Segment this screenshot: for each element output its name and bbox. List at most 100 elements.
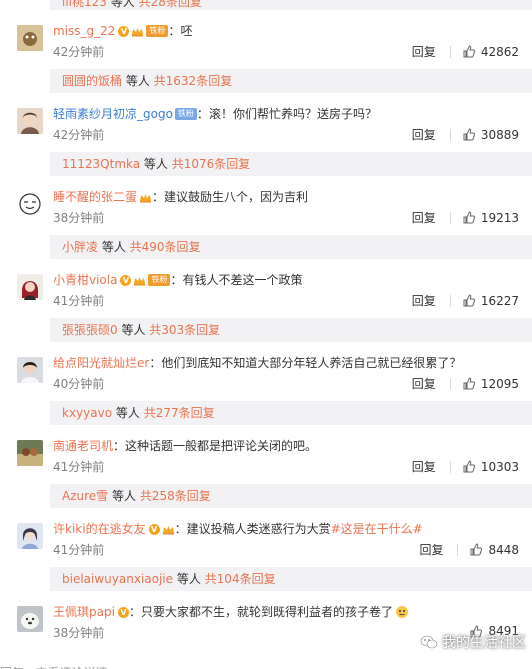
like-count: 42862: [480, 44, 519, 59]
reply-button[interactable]: 回复: [412, 209, 436, 226]
like-count: 30889: [480, 127, 519, 142]
reply-count-link[interactable]: 共1076条回复: [172, 157, 251, 171]
user-name[interactable]: 给点阳光就灿烂er: [53, 354, 149, 372]
fan-badge: 铁粉: [174, 108, 197, 120]
crown-icon: [132, 27, 144, 36]
watermark-text: 我的生活社区: [442, 635, 526, 651]
user-name[interactable]: miss_g_22: [53, 22, 115, 40]
comment-text: 滚！你们帮忙养吗？送房子吗？: [208, 107, 377, 121]
comment-text: 有钱人不差这一个政策: [182, 273, 303, 287]
divider: [449, 211, 451, 224]
user-name[interactable]: 睡不醒的张二蛋: [53, 188, 137, 206]
replies-summary[interactable]: 11123Qtmka 等人 共1076条回复: [50, 152, 532, 176]
reply-user-name[interactable]: Azure雪: [62, 489, 108, 503]
reply-count-link[interactable]: 共490条回复: [130, 240, 201, 254]
reply-count-link[interactable]: 共258条回复: [140, 489, 211, 503]
comment-time: 40分钟前: [53, 377, 105, 391]
replies-summary[interactable]: 張張張硕0 等人 共303条回复: [50, 318, 532, 342]
reply-user-name[interactable]: 11123Qtmka: [62, 157, 140, 171]
like-icon[interactable]: [463, 294, 475, 307]
avatar[interactable]: [17, 606, 43, 632]
reply-button[interactable]: 回复: [412, 375, 436, 392]
like-icon[interactable]: [463, 45, 475, 58]
comment-time: 42分钟前: [53, 128, 105, 142]
replies-summary[interactable]: Azure雪 等人 共258条回复: [50, 484, 532, 508]
replies-summary[interactable]: 圆圆的饭桶 等人 共1632条回复: [50, 69, 532, 93]
fan-badge: 铁粉: [146, 25, 169, 37]
reply-button[interactable]: 回复: [412, 292, 436, 309]
avatar[interactable]: [17, 440, 43, 466]
verified-icon: V: [120, 274, 132, 286]
user-name[interactable]: 小青柑viola: [53, 271, 117, 289]
hashtag-link[interactable]: #这是在干什么#: [331, 520, 423, 538]
reply-button[interactable]: 回复: [412, 43, 436, 60]
reply-count-link[interactable]: 共277条回复: [144, 406, 215, 420]
comment-item: 轻雨素纱月初凉_gogo 铁粉 ： 滚！你们帮忙养吗？送房子吗？ 42分钟前 回…: [0, 93, 532, 152]
comment-time: 41分钟前: [53, 294, 105, 308]
wechat-icon: [420, 635, 438, 649]
avatar[interactable]: [17, 25, 43, 51]
user-name[interactable]: 轻雨素纱月初凉_gogo: [53, 105, 173, 123]
reply-user-name[interactable]: bielaiwuyanxiaojie: [62, 572, 173, 586]
reply-user-name[interactable]: 張張張硕0: [62, 323, 118, 337]
comment-item: 睡不醒的张二蛋 ： 建议鼓励生八个，因为吉利 38分钟前 回复 19213: [0, 176, 532, 235]
emoji-icon: [395, 606, 408, 618]
reply-count-link[interactable]: 共28条回复: [139, 0, 202, 9]
crown-icon: [162, 525, 174, 534]
like-icon[interactable]: [463, 460, 475, 473]
comment-feed: iii桃123 等人 共28条回复 miss_g_22 V 铁粉 ： 呸 42分…: [0, 0, 532, 650]
divider: [457, 543, 459, 556]
like-icon[interactable]: [463, 128, 475, 141]
comment-time: 38分钟前: [53, 211, 105, 225]
comment-text: 只要大家都不生，就轮到既得利益者的孩子卷了: [140, 605, 393, 619]
comment-time: 41分钟前: [53, 460, 105, 474]
avatar[interactable]: [17, 108, 43, 134]
like-count: 8448: [488, 542, 519, 557]
user-name[interactable]: 南通老司机: [53, 437, 113, 455]
like-icon[interactable]: [463, 211, 475, 224]
comment-time: 38分钟前: [53, 626, 105, 640]
crown-icon: [134, 276, 146, 285]
comment-text: 建议投稿人类迷惑行为大赏: [186, 522, 331, 536]
reply-count-link[interactable]: 共303条回复: [149, 323, 220, 337]
like-count: 19213: [480, 210, 519, 225]
comment-item: 给点阳光就灿烂er ： 他们到底知不知道大部分年轻人养活自己就已经很累了？ 40…: [0, 342, 532, 401]
replies-summary[interactable]: bielaiwuyanxiaojie 等人 共104条回复: [50, 567, 532, 591]
like-icon[interactable]: [470, 543, 483, 556]
user-name[interactable]: 王佩琪papi: [53, 603, 115, 621]
replies-summary-partial[interactable]: iii桃123 等人 共28条回复: [50, 0, 532, 10]
reply-user-name[interactable]: kxyyavo: [62, 406, 112, 420]
crown-icon: [140, 193, 152, 202]
reply-button[interactable]: 回复: [412, 458, 436, 475]
verified-icon: V: [148, 523, 160, 535]
reply-count-link[interactable]: 共1632条回复: [154, 74, 233, 88]
comment-text: 这种话题一般都是把评论关闭的吧。: [125, 439, 318, 453]
fan-badge: 铁粉: [148, 274, 171, 286]
comment-item: 南通老司机 ： 这种话题一般都是把评论关闭的吧。 41分钟前 回复 10303: [0, 425, 532, 484]
like-icon[interactable]: [463, 377, 475, 390]
divider: [449, 45, 451, 58]
reply-user-name[interactable]: 小胖凌: [62, 240, 98, 254]
comment-item: 小青柑viola V 铁粉 ： 有钱人不差这一个政策 41分钟前 回复 1622…: [0, 259, 532, 318]
like-count: 10303: [480, 459, 519, 474]
reply-button[interactable]: 回复: [419, 541, 443, 558]
comment-item: 许kiki的在逃女友 V ： 建议投稿人类迷惑行为大赏 #这是在干什么# 41分…: [0, 508, 532, 567]
comment-item: miss_g_22 V 铁粉 ： 呸 42分钟前 回复 42862: [0, 10, 532, 69]
avatar[interactable]: [17, 274, 43, 300]
comment-text: 建议鼓励生八个，因为吉利: [164, 190, 309, 204]
comment-text: 他们到底知不知道大部分年轻人养活自己就已经很累了？: [161, 356, 462, 370]
watermark: 我的生活社区: [420, 632, 526, 652]
reply-button[interactable]: 回复: [412, 126, 436, 143]
avatar[interactable]: [17, 191, 43, 217]
comment-time: 42分钟前: [53, 45, 105, 59]
avatar[interactable]: [17, 357, 43, 383]
comment-text: 呸: [180, 24, 193, 38]
replies-summary[interactable]: kxyyavo 等人 共277条回复: [50, 401, 532, 425]
reply-user-name[interactable]: iii桃123: [62, 0, 107, 9]
reply-user-name[interactable]: 圆圆的饭桶: [62, 74, 122, 88]
divider: [449, 460, 451, 473]
avatar[interactable]: [17, 523, 43, 549]
reply-count-link[interactable]: 共104条回复: [205, 572, 276, 586]
replies-summary[interactable]: 小胖凌 等人 共490条回复: [50, 235, 532, 259]
user-name[interactable]: 许kiki的在逃女友: [53, 520, 146, 538]
